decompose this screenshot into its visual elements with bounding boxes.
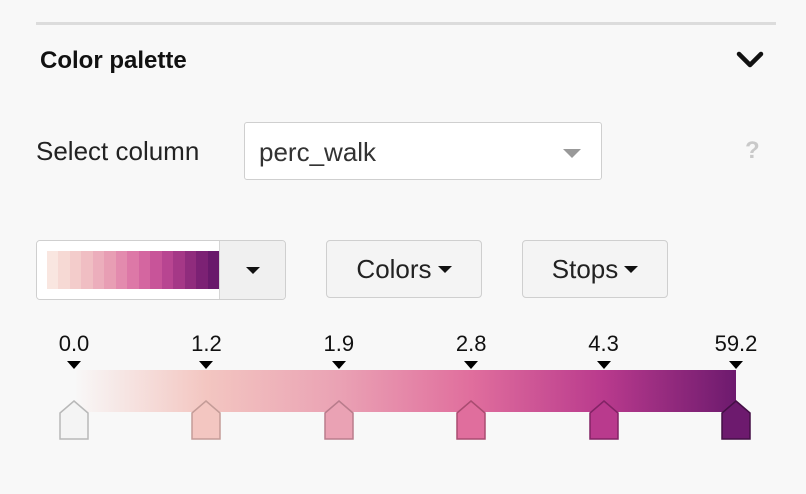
- stop-value-label: 1.9: [323, 331, 355, 356]
- palette-swatch-band: [138, 251, 151, 289]
- stop-handle[interactable]: [59, 400, 89, 440]
- stop-tick-icon: [596, 361, 611, 369]
- caret-down-icon: [624, 265, 639, 273]
- stop-handle[interactable]: [588, 400, 619, 440]
- stop-value-label: 1.2: [191, 331, 222, 356]
- stop-value-label: 59.2: [714, 331, 758, 356]
- stop-value-label: 0.0: [58, 331, 90, 356]
- stops-button-label: Stops: [551, 254, 619, 284]
- palette-swatch-band: [161, 251, 174, 289]
- palette-swatch-band: [127, 251, 139, 289]
- stops-button[interactable]: Stops: [522, 240, 668, 298]
- section-divider: [36, 22, 776, 25]
- stop-tick-icon: [729, 361, 743, 369]
- caret-down-icon: [246, 267, 260, 274]
- palette-preview: [47, 251, 220, 289]
- palette-swatch-band: [207, 251, 220, 289]
- palette-swatch-band: [150, 251, 162, 289]
- stop-handle[interactable]: [324, 400, 354, 440]
- palette-swatch-band: [92, 251, 105, 289]
- palette-swatch-band: [58, 251, 70, 289]
- section-title: Color palette: [40, 47, 187, 74]
- colors-button-label: Colors: [356, 254, 432, 284]
- palette-swatch-band: [173, 251, 185, 289]
- color-ramp: [74, 370, 736, 412]
- stop-handle[interactable]: [456, 400, 486, 440]
- stop-tick-icon: [331, 361, 346, 369]
- column-select[interactable]: perc_walk: [244, 122, 602, 180]
- stop-tick-icon: [67, 361, 81, 369]
- palette-picker: [36, 240, 286, 300]
- palette-swatch-band: [81, 251, 93, 289]
- stop-value-label: 4.3: [588, 331, 619, 356]
- palette-swatch-button[interactable]: [37, 241, 220, 299]
- stop-handle[interactable]: [191, 400, 222, 440]
- help-icon[interactable]: ?: [745, 137, 760, 165]
- colors-button[interactable]: Colors: [326, 240, 482, 298]
- stop-value-label: 2.8: [455, 331, 487, 356]
- palette-swatch-band: [196, 251, 208, 289]
- select-column-label: Select column: [36, 136, 200, 166]
- stop-tick-icon: [464, 361, 479, 369]
- palette-swatch-band: [184, 251, 197, 289]
- column-select-value: perc_walk: [259, 137, 377, 167]
- stop-tick-icon: [199, 361, 214, 369]
- palette-swatch-band: [104, 251, 116, 289]
- palette-swatch-band: [69, 251, 82, 289]
- palette-swatch-band: [115, 251, 128, 289]
- palette-swatch-band: [47, 251, 59, 289]
- palette-dropdown-button[interactable]: [219, 241, 285, 299]
- caret-down-icon: [437, 265, 452, 273]
- collapse-chevron-icon[interactable]: [734, 48, 766, 72]
- caret-down-icon: [563, 149, 581, 158]
- stop-handle[interactable]: [721, 400, 751, 440]
